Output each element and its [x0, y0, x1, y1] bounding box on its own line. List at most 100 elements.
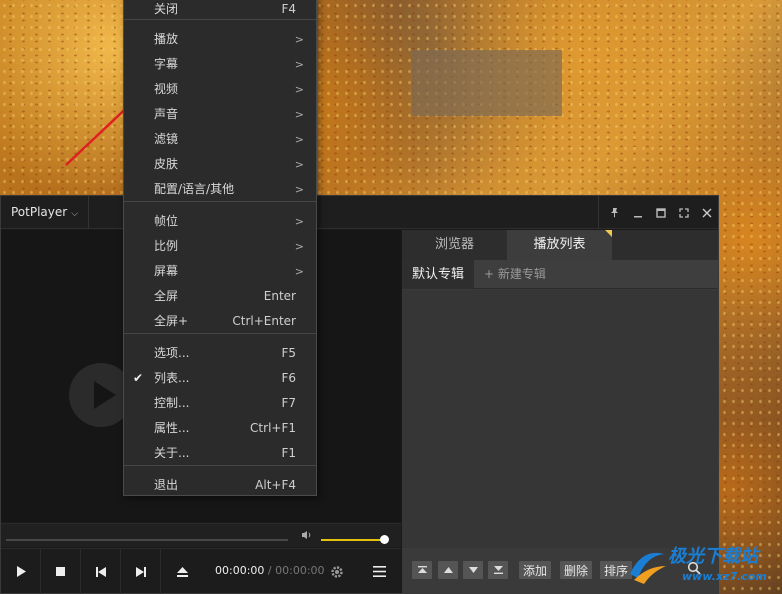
menu-item[interactable]: 属性... Ctrl+F1: [124, 416, 316, 441]
watermark-url: www.xz7.com: [682, 570, 767, 583]
submenu-arrow-icon: >: [294, 133, 304, 146]
panel-tabs: 浏览器 播放列表: [402, 230, 718, 260]
tab-playlist-label: 播放列表: [533, 237, 586, 252]
potplayer-window: PotPlayer⌵ r: [0, 195, 719, 594]
menu-item[interactable]: 播放 >: [124, 27, 316, 52]
menu-item-shortcut: F7: [281, 396, 296, 410]
watermark-title: 极光下载站: [668, 546, 758, 567]
submenu-arrow-icon: >: [294, 183, 304, 196]
menu-item[interactable]: 全屏+ Ctrl+Enter: [124, 309, 316, 334]
menu-item[interactable]: 皮肤 >: [124, 152, 316, 177]
submenu-arrow-icon: >: [294, 240, 304, 253]
menu-item-label: 关闭: [154, 2, 179, 16]
eject-button[interactable]: [162, 549, 202, 594]
menu-item[interactable]: 配置/语言/其他 >: [124, 177, 316, 202]
menu-item[interactable]: 全屏 Enter: [124, 284, 316, 309]
title-bar: PotPlayer ⌵: [1, 196, 718, 229]
pin-icon[interactable]: [603, 196, 626, 229]
add-button[interactable]: 添加: [519, 561, 552, 579]
watermark-logo-icon: [630, 552, 666, 584]
menu-item[interactable]: 帧位 >: [124, 209, 316, 234]
volume-slider[interactable]: [321, 539, 383, 541]
menu-item[interactable]: 屏幕 >: [124, 259, 316, 284]
submenu-arrow-icon: >: [294, 83, 304, 96]
menu-item[interactable]: 关闭 F4: [124, 0, 316, 22]
settings-gear-icon[interactable]: [317, 549, 357, 594]
menu-item[interactable]: 比例 >: [124, 234, 316, 259]
time-separator: /: [267, 564, 272, 577]
current-time: 00:00:00: [215, 564, 265, 577]
next-button[interactable]: [121, 549, 161, 594]
volume-icon[interactable]: [301, 530, 313, 543]
menu-item-shortcut: F1: [281, 446, 296, 460]
menu-item[interactable]: 关于... F1: [124, 441, 316, 466]
control-bar: 00:00:00 / 00:00:00: [1, 548, 401, 594]
playlist-list[interactable]: [402, 290, 718, 548]
checkmark-icon: ✔: [133, 371, 144, 385]
menu-item-shortcut: Enter: [263, 289, 296, 303]
menu-icon[interactable]: [359, 549, 399, 594]
seek-row: [1, 523, 401, 547]
move-top-icon[interactable]: [412, 561, 432, 579]
play-button[interactable]: [1, 549, 41, 594]
new-album-button[interactable]: + 新建专辑: [484, 260, 546, 289]
menu-item[interactable]: 退出 Alt+F4: [124, 473, 316, 498]
delete-button[interactable]: 删除: [560, 561, 593, 579]
menu-item-label: 退出: [154, 478, 179, 492]
tab-browser[interactable]: 浏览器: [402, 230, 507, 260]
stop-button[interactable]: [41, 549, 81, 594]
wallpaper-patch: [412, 50, 562, 116]
menu-item-label: 列表...: [154, 371, 190, 385]
menu-item[interactable]: 视频 >: [124, 77, 316, 102]
minimize-icon[interactable]: [626, 196, 649, 229]
menu-item[interactable]: 字幕 >: [124, 52, 316, 77]
active-tab-flag: [605, 230, 612, 237]
previous-button[interactable]: [81, 549, 121, 594]
move-up-icon[interactable]: [438, 561, 458, 579]
submenu-arrow-icon: >: [294, 215, 304, 228]
menu-item[interactable]: 声音 >: [124, 102, 316, 127]
close-icon[interactable]: [695, 196, 718, 229]
menu-item-shortcut: F4: [281, 2, 296, 16]
menu-item[interactable]: 控制... F7: [124, 391, 316, 416]
album-tabs: 默认专辑 + 新建专辑: [402, 260, 718, 289]
main-menu-button[interactable]: PotPlayer ⌵: [1, 196, 89, 229]
menu-item-label: 全屏: [154, 289, 179, 303]
seek-bar[interactable]: [6, 539, 288, 541]
menu-item-label: 字幕: [154, 57, 179, 71]
menu-item-shortcut: Ctrl+F1: [250, 421, 296, 435]
menu-item-label: 视频: [154, 82, 179, 96]
menu-item[interactable]: 选项... F5: [124, 341, 316, 366]
menu-item-label: 配置/语言/其他: [154, 182, 235, 196]
menu-item-label: 滤镜: [154, 132, 179, 146]
watermark: 极光下载站 www.xz7.com: [624, 540, 782, 594]
menu-item-label: 关于...: [154, 446, 190, 460]
submenu-arrow-icon: >: [294, 265, 304, 278]
menu-item-label: 比例: [154, 239, 179, 253]
context-menu: 关闭 F4 播放 > 字幕 > 视频 > 声音 > 滤镜 > 皮肤 > 配置/语言/其他 > 帧位 > 比例 > 屏幕 >…: [123, 0, 317, 496]
submenu-arrow-icon: >: [294, 58, 304, 71]
time-display: 00:00:00 / 00:00:00: [215, 564, 325, 577]
menu-item-shortcut: Alt+F4: [255, 478, 296, 492]
maximize-icon[interactable]: [649, 196, 672, 229]
submenu-arrow-icon: >: [294, 158, 304, 171]
menu-item-label: 属性...: [154, 421, 190, 435]
menu-item-shortcut: F5: [281, 346, 296, 360]
window-controls: [598, 196, 718, 229]
menu-item-label: 播放: [154, 32, 179, 46]
menu-item[interactable]: 滤镜 >: [124, 127, 316, 152]
chevron-down-icon: ⌵: [71, 209, 79, 219]
submenu-arrow-icon: >: [294, 33, 304, 46]
divider: [598, 196, 599, 229]
fullscreen-icon[interactable]: [672, 196, 695, 229]
menu-item-label: 皮肤: [154, 157, 179, 171]
volume-knob[interactable]: [380, 535, 389, 544]
move-bottom-icon[interactable]: [488, 561, 508, 579]
album-tab-default[interactable]: 默认专辑: [402, 260, 474, 289]
tab-playlist[interactable]: 播放列表: [507, 230, 612, 260]
menu-item-label: 全屏+: [154, 314, 189, 328]
move-down-icon[interactable]: [463, 561, 483, 579]
submenu-arrow-icon: >: [294, 108, 304, 121]
menu-item-shortcut: Ctrl+Enter: [232, 314, 296, 328]
menu-item[interactable]: ✔ 列表... F6: [124, 366, 316, 391]
